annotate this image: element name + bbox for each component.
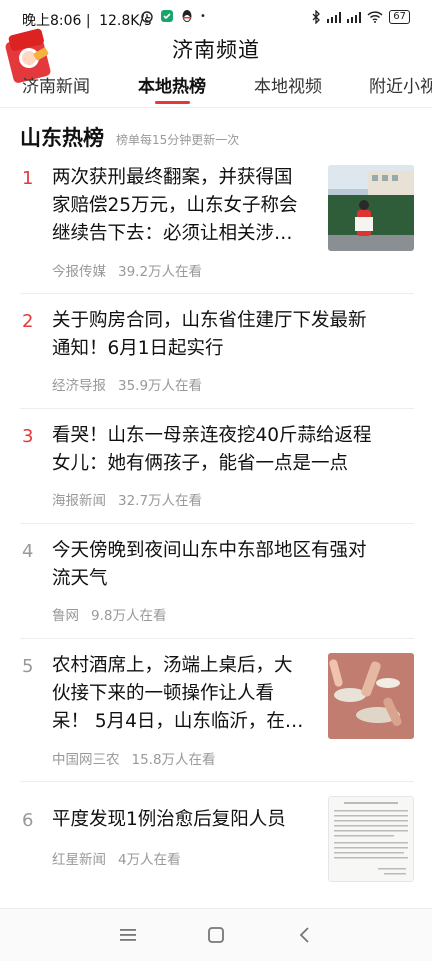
- news-title[interactable]: 今天傍晚到夜间山东中东部地区有强对 流天气: [52, 537, 367, 593]
- news-views: 9.8万人在看: [91, 608, 167, 624]
- news-item-6[interactable]: 6 平度发现1例治愈后复阳人员 红星新闻 4万人在看: [0, 796, 432, 896]
- item-divider: [20, 638, 414, 639]
- news-title[interactable]: 关于购房合同，山东省住建厅下发最新 通知！6月1日起实行: [52, 307, 367, 363]
- tab-divider: [0, 107, 432, 108]
- rank-number: 4: [22, 541, 34, 562]
- news-source: 鲁网: [52, 608, 79, 624]
- section-title: 山东热榜: [20, 126, 104, 150]
- tab-nearby-video[interactable]: 附近小视: [369, 72, 432, 97]
- news-meta: 鲁网 9.8万人在看: [52, 604, 166, 624]
- news-title[interactable]: 平度发现1例治愈后复阳人员: [52, 806, 286, 834]
- news-views: 35.9万人在看: [118, 378, 203, 394]
- rank-number: 6: [22, 810, 34, 831]
- rank-number: 3: [22, 426, 34, 447]
- news-thumbnail[interactable]: [328, 796, 414, 882]
- news-thumbnail[interactable]: [328, 653, 414, 739]
- news-item-1[interactable]: 1 两次获刑最终翻案，并获得国 家赔偿25万元，山东女子称会 继续告下去：必须让…: [0, 164, 432, 294]
- news-meta: 红星新闻 4万人在看: [52, 848, 181, 868]
- news-views: 15.8万人在看: [131, 752, 216, 768]
- rank-number: 5: [22, 656, 34, 677]
- news-item-2[interactable]: 2 关于购房合同，山东省住建厅下发最新 通知！6月1日起实行 经济导报 35.9万…: [0, 307, 432, 407]
- rank-number: 1: [22, 168, 34, 189]
- system-nav-bar: [0, 908, 432, 961]
- news-source: 海报新闻: [52, 493, 106, 509]
- tab-jinan-news[interactable]: 济南新闻: [22, 72, 90, 97]
- news-item-5[interactable]: 5 农村酒席上，汤端上桌后，大 伙接下来的一顿操作让人看 呆！ 5月4日，山东临…: [0, 652, 432, 782]
- news-views: 4万人在看: [118, 852, 181, 868]
- home-icon[interactable]: [204, 925, 228, 945]
- menu-icon[interactable]: [116, 925, 140, 945]
- news-meta: 海报新闻 32.7万人在看: [52, 489, 202, 509]
- news-source: 红星新闻: [52, 852, 106, 868]
- active-tab-indicator: [155, 101, 190, 104]
- news-title[interactable]: 看哭！山东一母亲连夜挖40斤蒜给返程 女儿：她有俩孩子，能省一点是一点: [52, 422, 372, 478]
- news-title[interactable]: 农村酒席上，汤端上桌后，大 伙接下来的一顿操作让人看 呆！ 5月4日，山东临沂，…: [52, 652, 303, 736]
- news-thumbnail[interactable]: [328, 165, 414, 251]
- page-title: 济南频道: [172, 38, 260, 62]
- news-views: 32.7万人在看: [118, 493, 203, 509]
- news-meta: 中国网三农 15.8万人在看: [52, 748, 216, 768]
- hd-signal-icon: [347, 11, 362, 23]
- news-title[interactable]: 两次获刑最终翻案，并获得国 家赔偿25万元，山东女子称会 继续告下去：必须让相关…: [52, 164, 298, 248]
- tab-local-hot-list[interactable]: 本地热榜: [138, 72, 206, 97]
- channel-tabs: 济南新闻 本地热榜 本地视频 附近小视: [0, 72, 432, 108]
- news-source: 今报传媒: [52, 264, 106, 280]
- dot-icon: •: [200, 10, 206, 22]
- news-source: 经济导报: [52, 378, 106, 394]
- battery-icon: 67: [389, 10, 410, 24]
- alarm-icon: [141, 11, 153, 23]
- hd-signal-icon: [327, 11, 342, 23]
- news-item-4[interactable]: 4 今天傍晚到夜间山东中东部地区有强对 流天气 鲁网 9.8万人在看: [0, 537, 432, 637]
- bluetooth-icon: [312, 10, 321, 24]
- status-time: 晚上8:06: [22, 13, 82, 29]
- tab-local-video[interactable]: 本地视频: [254, 72, 322, 97]
- shield-app-icon: [161, 10, 173, 22]
- news-source: 中国网三农: [52, 752, 120, 768]
- section-subtitle: 榜单每15分钟更新一次: [116, 133, 240, 147]
- wifi-icon: [367, 11, 383, 23]
- item-divider: [20, 408, 414, 409]
- news-item-3[interactable]: 3 看哭！山东一母亲连夜挖40斤蒜给返程 女儿：她有俩孩子，能省一点是一点 海报…: [0, 422, 432, 522]
- item-divider: [20, 523, 414, 524]
- news-meta: 经济导报 35.9万人在看: [52, 374, 202, 394]
- rank-number: 2: [22, 311, 34, 332]
- back-icon[interactable]: [293, 925, 317, 945]
- item-divider: [20, 293, 414, 294]
- news-meta: 今报传媒 39.2万人在看: [52, 260, 202, 280]
- news-views: 39.2万人在看: [118, 264, 203, 280]
- qq-penguin-icon: [182, 10, 192, 22]
- item-divider: [20, 781, 414, 782]
